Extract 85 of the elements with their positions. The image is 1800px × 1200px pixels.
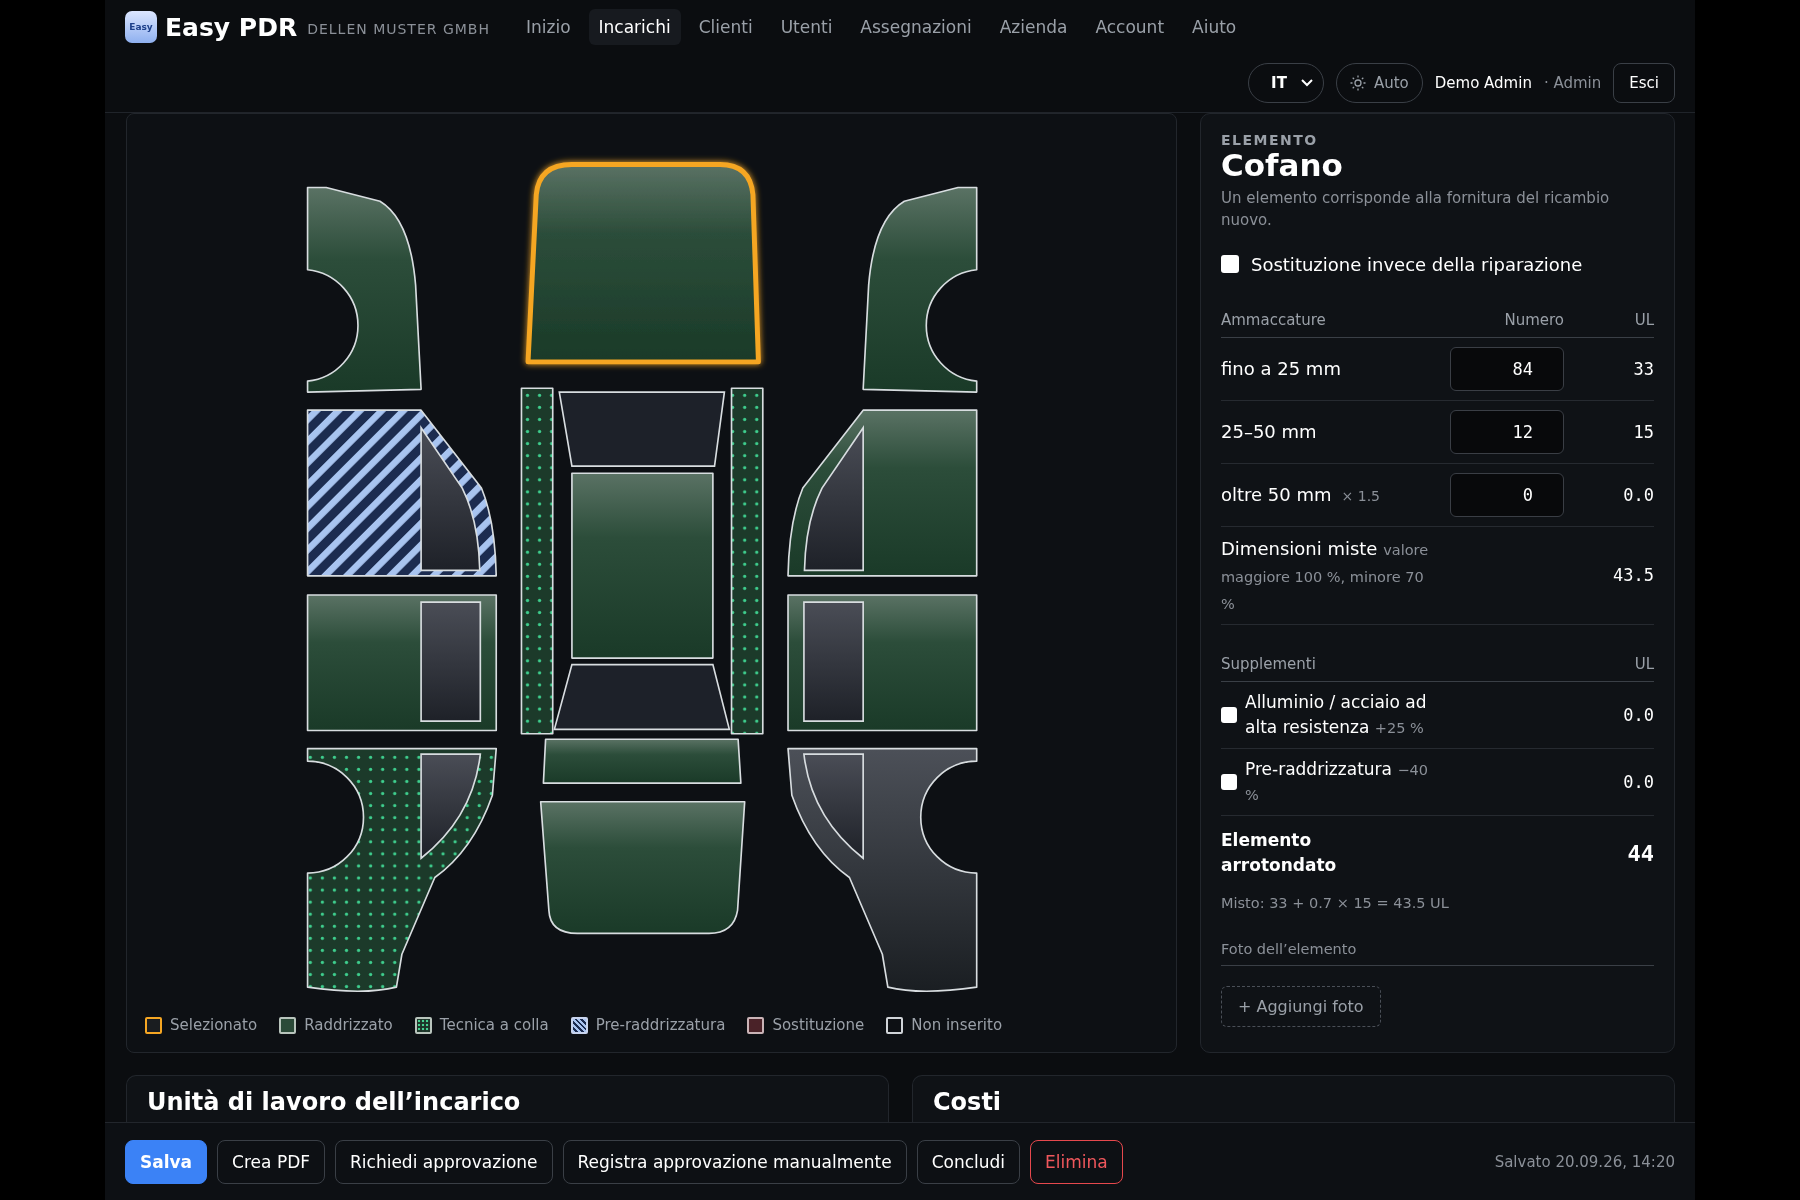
nav-link[interactable]: Azienda bbox=[989, 9, 1078, 45]
action-button[interactable]: Concludi bbox=[916, 1139, 1021, 1184]
checkbox[interactable] bbox=[1221, 706, 1237, 723]
logout-button[interactable]: Esci bbox=[1613, 63, 1675, 103]
fender-panel[interactable] bbox=[306, 186, 422, 393]
column-header: Numero bbox=[1503, 310, 1564, 329]
action-button[interactable]: Richiedi approvazione bbox=[335, 1139, 553, 1184]
company-name: DELLEN MUSTER GMBH bbox=[307, 21, 490, 37]
sill-panel[interactable] bbox=[730, 387, 764, 735]
language-select[interactable]: IT bbox=[1248, 63, 1324, 103]
ul-value: 33 bbox=[1632, 358, 1654, 379]
roof-panel[interactable] bbox=[570, 472, 714, 659]
checkbox[interactable] bbox=[1221, 255, 1239, 274]
legend-item: Non inserito bbox=[886, 1016, 1003, 1034]
legend-item: Selezionato bbox=[145, 1016, 258, 1034]
app-logo[interactable]: Easy bbox=[125, 11, 157, 43]
count-input[interactable]: 0 bbox=[1450, 472, 1564, 517]
hood-panel[interactable] bbox=[525, 162, 761, 365]
door-panel[interactable] bbox=[786, 594, 977, 732]
bumper-panel[interactable] bbox=[539, 800, 745, 935]
column-header: UL bbox=[1633, 310, 1654, 329]
card-title: Unità di lavoro dell’incarico bbox=[126, 1075, 889, 1122]
action-button[interactable]: Salva bbox=[125, 1139, 208, 1184]
door-panel[interactable] bbox=[786, 409, 977, 577]
legend-swatch-icon bbox=[414, 1016, 432, 1034]
legend-swatch-icon bbox=[886, 1016, 904, 1034]
ul-value: 43.5 bbox=[1612, 565, 1654, 586]
quarter-panel[interactable] bbox=[786, 747, 977, 993]
door-panel[interactable] bbox=[306, 594, 497, 732]
nav-link[interactable]: Aiuto bbox=[1182, 9, 1247, 45]
nav-link[interactable]: Clienti bbox=[688, 9, 763, 45]
ul-value: 0.0 bbox=[1623, 704, 1654, 725]
dent-size-label: oltre 50 mm × 1.5 bbox=[1221, 484, 1382, 506]
count-input[interactable]: 12 bbox=[1450, 409, 1564, 454]
card-title: Costi bbox=[912, 1075, 1675, 1122]
legend-swatch-icon bbox=[145, 1016, 162, 1034]
save-status: Salvato 20.09.26, 14:20 bbox=[1494, 1152, 1675, 1171]
legend-swatch-icon bbox=[279, 1016, 297, 1034]
legend-item: Sostituzione bbox=[747, 1016, 865, 1034]
legend-item: Tecnica a colla bbox=[414, 1016, 549, 1034]
quarter-panel[interactable] bbox=[306, 747, 497, 993]
formula-text: Misto: 33 + 0.7 × 15 = 43.5 UL bbox=[1221, 894, 1450, 911]
dent-size-label: fino a 25 mm bbox=[1221, 358, 1342, 380]
nav-link[interactable]: Utenti bbox=[770, 9, 843, 45]
total-value: 44 bbox=[1627, 840, 1654, 866]
trunk-panel[interactable] bbox=[542, 738, 742, 784]
column-header: Supplementi bbox=[1221, 654, 1316, 673]
count-input[interactable]: 84 bbox=[1450, 346, 1564, 391]
ul-value: 15 bbox=[1632, 421, 1654, 442]
mixed-sizes-label: Dimensioni miste valore maggiore 100 %, minore 70 % bbox=[1221, 536, 1430, 614]
total-label: Elemento arrotondato bbox=[1221, 828, 1338, 878]
column-header: UL bbox=[1634, 654, 1654, 673]
theme-toggle[interactable]: Auto bbox=[1335, 63, 1423, 103]
column-header: Ammaccature bbox=[1221, 310, 1327, 329]
sun-icon bbox=[1349, 75, 1366, 91]
action-button[interactable]: Registra approvazione manualmente bbox=[562, 1139, 907, 1184]
user-role: · Admin bbox=[1543, 74, 1602, 92]
nav-link[interactable]: Account bbox=[1085, 9, 1175, 45]
dent-size-label: 25–50 mm bbox=[1221, 421, 1318, 443]
ul-value: 0.0 bbox=[1623, 771, 1654, 792]
brand-name: Easy PDR bbox=[165, 12, 298, 42]
legend-swatch-icon bbox=[570, 1016, 588, 1034]
section-eyebrow: ELEMENTO bbox=[1221, 132, 1319, 148]
checkbox[interactable] bbox=[1221, 773, 1237, 790]
legend-item: Pre-raddrizzatura bbox=[570, 1016, 726, 1034]
nav-link[interactable]: Incarichi bbox=[588, 9, 681, 45]
add-photo-button[interactable]: + Aggiungi foto bbox=[1221, 985, 1381, 1027]
nav-link[interactable]: Assegnazioni bbox=[850, 9, 982, 45]
legend-swatch-icon bbox=[747, 1016, 765, 1034]
user-name: Demo Admin bbox=[1434, 74, 1532, 92]
sill-panel[interactable] bbox=[520, 387, 554, 735]
supplement-label: Alluminio / acciaio ad alta resistenza +25 % bbox=[1245, 690, 1428, 739]
supplement-label: Pre-raddrizzatura −40 % bbox=[1245, 757, 1429, 805]
door-panel[interactable] bbox=[306, 409, 497, 577]
checkbox-label: Sostituzione invece della riparazione bbox=[1251, 253, 1583, 275]
ul-value: 0.0 bbox=[1622, 484, 1654, 505]
legend-item: Raddrizzato bbox=[279, 1016, 393, 1034]
fender-panel[interactable] bbox=[861, 186, 977, 393]
chevron-down-icon bbox=[1300, 79, 1313, 87]
element-description: Un elemento corrisponde alla fornitura del ricambio nuovo. bbox=[1221, 188, 1611, 231]
action-button[interactable]: Elimina bbox=[1030, 1139, 1123, 1184]
photos-label: Foto dell’elemento bbox=[1221, 940, 1654, 966]
nav-link[interactable]: Inizio bbox=[516, 9, 581, 45]
element-title: Cofano bbox=[1221, 148, 1344, 183]
action-button[interactable]: Crea PDF bbox=[217, 1139, 325, 1184]
